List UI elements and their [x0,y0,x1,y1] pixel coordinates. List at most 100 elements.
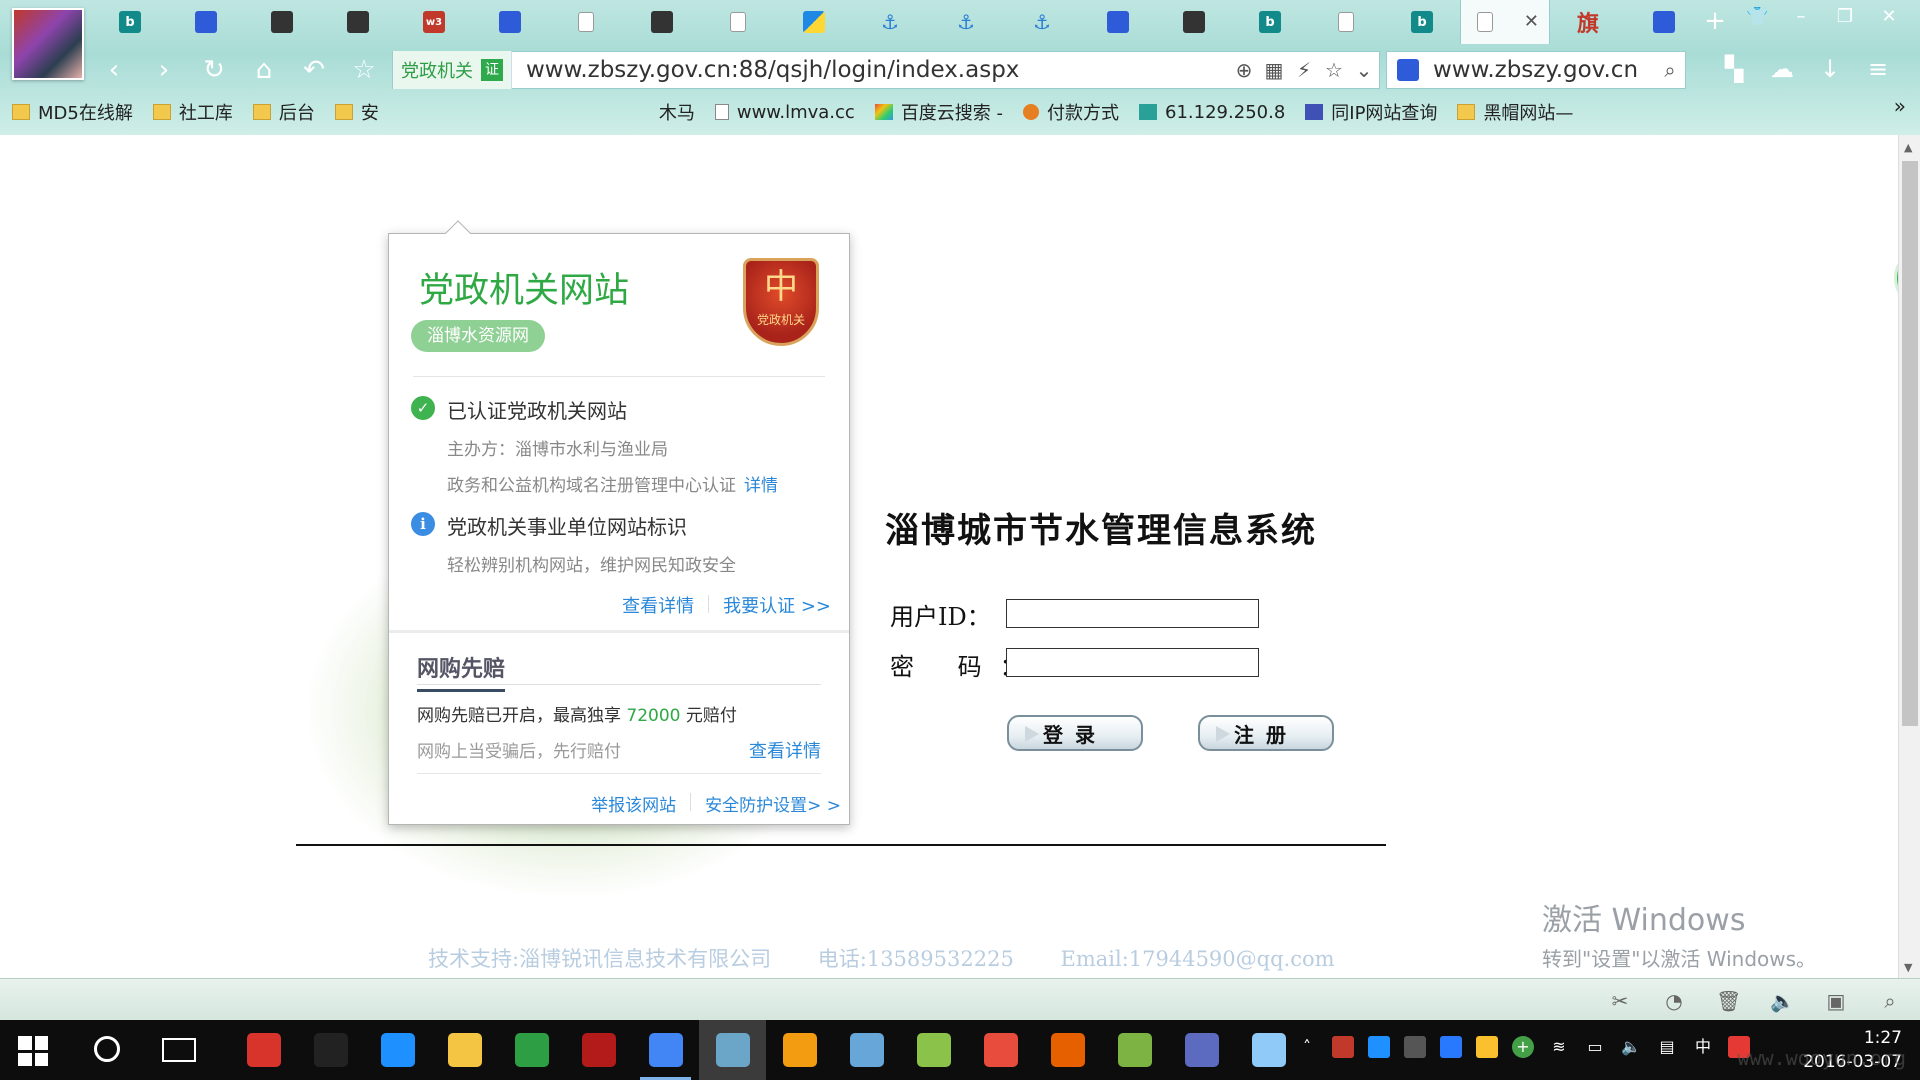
red-spider-app[interactable] [565,1020,632,1080]
tab[interactable]: ⚓ [1004,0,1080,44]
password-input[interactable] [1006,648,1259,677]
thunder-app[interactable] [766,1020,833,1080]
tray-plus-icon[interactable]: + [1512,1036,1534,1058]
chevron-up-icon[interactable]: ˄ [1296,1036,1318,1058]
minimize-button[interactable]: – [1790,6,1812,28]
tab[interactable] [472,0,548,44]
volume-icon[interactable]: 🔈 [1620,1036,1642,1058]
zoom-search-icon[interactable]: ⌕ [1878,989,1902,1013]
tool-app[interactable] [900,1020,967,1080]
start-button[interactable] [18,1036,48,1066]
terminal-app[interactable] [297,1020,364,1080]
remote-desktop-app[interactable] [1235,1020,1302,1080]
tab[interactable] [776,0,852,44]
tab[interactable] [1626,0,1702,44]
tab[interactable] [320,0,396,44]
scroll-up-icon[interactable]: ▲ [1904,141,1912,154]
search-input[interactable]: www.zbszy.gov.cn [1433,57,1655,83]
tab[interactable]: b [92,0,168,44]
bookmark-item[interactable]: 付款方式 [1023,99,1119,125]
chrome-app[interactable] [632,1020,699,1080]
cortana-search-icon[interactable] [94,1036,120,1062]
file-explorer-app[interactable] [431,1020,498,1080]
trash-icon[interactable]: 🗑 [1716,989,1741,1013]
new-tab-button[interactable]: + [1700,6,1730,36]
tray-yellow-icon[interactable] [1476,1036,1498,1058]
tab[interactable] [1156,0,1232,44]
qq-app[interactable] [364,1020,431,1080]
view-details-link[interactable]: 查看详情 [622,592,694,618]
tab[interactable] [244,0,320,44]
tab[interactable]: ⚓ [928,0,1004,44]
tab[interactable]: w3 [396,0,472,44]
cloud-icon[interactable]: ☁ [1768,55,1796,83]
zoom-icon[interactable]: ⊕ [1229,58,1259,82]
tray-monitor-icon[interactable] [1404,1036,1426,1058]
notification-icon[interactable]: ▤ [1656,1036,1678,1058]
tab[interactable] [624,0,700,44]
scrollbar-thumb[interactable] [1902,161,1918,726]
vertical-scrollbar[interactable]: ▲ ▼ [1898,135,1920,978]
gov-site-badge[interactable]: 党政机关 证 [393,51,512,89]
office-app[interactable] [498,1020,565,1080]
login-button[interactable]: 登录 [1007,715,1143,751]
snail-app[interactable] [967,1020,1034,1080]
search-bar[interactable]: www.zbszy.gov.cn ⌕ [1386,51,1686,89]
tab[interactable] [548,0,624,44]
browser-red-app[interactable] [230,1020,297,1080]
baidu-paw-icon[interactable] [1397,59,1419,81]
tab[interactable] [700,0,776,44]
wifi-icon[interactable]: ≋ [1548,1036,1570,1058]
sound-icon[interactable]: 🔈 [1770,989,1795,1013]
skin-icon[interactable]: 👕 [1746,6,1768,28]
user-id-input[interactable] [1006,599,1259,628]
window-icon[interactable]: ▣ [1824,989,1848,1013]
bookmark-star-icon[interactable]: ☆ [1319,58,1349,82]
bookmark-item[interactable]: 后台 [252,99,315,125]
notepad-app[interactable] [1101,1020,1168,1080]
bookmark-item[interactable]: 同IP网站查询 [1305,99,1437,125]
url-text[interactable]: www.zbszy.gov.cn:88/qsjh/login/index.asp… [526,57,1229,83]
close-tab-icon[interactable]: ✕ [1524,11,1539,32]
tab[interactable]: b [1232,0,1308,44]
bookmarks-more-button[interactable]: » [1894,94,1906,118]
firefox-app[interactable] [1034,1020,1101,1080]
apps-grid-icon[interactable]: ▚ [1720,55,1748,83]
tab-active[interactable]: ✕ [1460,0,1550,44]
menu-icon[interactable]: ≡ [1864,55,1892,83]
home-icon[interactable]: ⌂ [250,56,278,84]
bookmark-item[interactable]: 社工库 [152,99,233,125]
bookmark-item[interactable]: www.lmva.cc [714,102,855,123]
forward-icon[interactable]: › [150,56,178,84]
maximize-button[interactable]: ❐ [1834,6,1856,28]
qr-code-icon[interactable]: ▦ [1259,58,1289,82]
lightning-icon[interactable]: ⚡ [1289,58,1319,82]
registry-details-link[interactable]: 详情 [744,476,778,496]
tab[interactable]: 旗 [1550,0,1626,44]
register-button[interactable]: 注册 [1198,715,1334,751]
pin-icon[interactable]: ✂ [1608,989,1632,1013]
shopping-details-link[interactable]: 查看详情 [749,737,821,763]
refresh-icon[interactable]: ↻ [200,56,228,84]
dropdown-chevron-icon[interactable]: ⌄ [1349,58,1379,82]
tab[interactable] [168,0,244,44]
user-avatar[interactable] [12,8,84,80]
bookmark-item[interactable]: 木马 [659,99,695,125]
tab[interactable] [1308,0,1384,44]
download-icon[interactable]: ↓ [1816,55,1844,83]
apply-certification-link[interactable]: 我要认证 >> [723,592,831,618]
bookmark-item[interactable]: 百度云搜索 - [874,99,1003,125]
bookmark-item[interactable]: MD5在线解 [12,99,133,125]
close-window-button[interactable]: ✕ [1878,6,1900,28]
report-site-link[interactable]: 举报该网站 [591,791,676,816]
security-settings-link[interactable]: 安全防护设置> > [705,791,841,816]
address-bar[interactable]: 党政机关 证 www.zbszy.gov.cn:88/qsjh/login/in… [392,51,1380,89]
bookmark-item[interactable]: 安 [334,99,379,125]
tray-blue-icon[interactable] [1440,1036,1462,1058]
undo-icon[interactable]: ↶ [300,56,328,84]
current-browser-app[interactable] [699,1020,766,1080]
eye-app[interactable] [833,1020,900,1080]
task-view-icon[interactable] [162,1038,196,1062]
battery-icon[interactable]: ▭ [1584,1036,1606,1058]
gamepad-app[interactable] [1168,1020,1235,1080]
